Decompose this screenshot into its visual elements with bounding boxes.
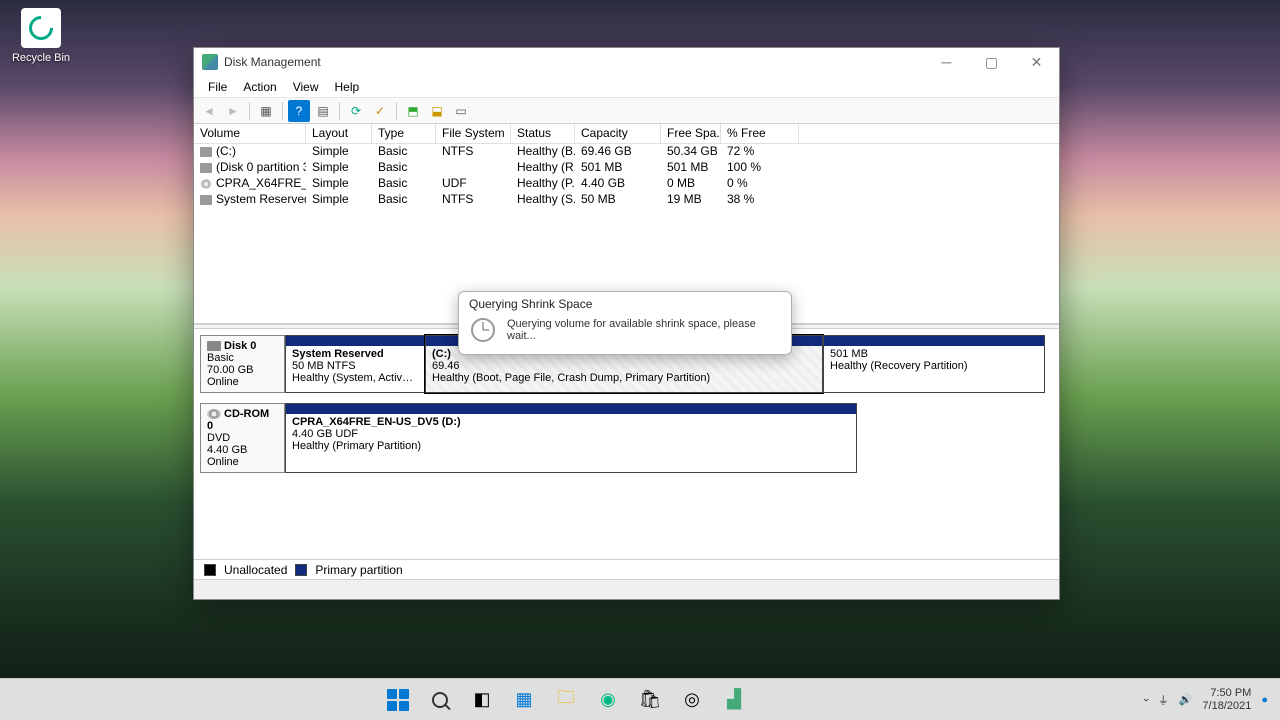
chrome-button[interactable]: ◎ — [674, 682, 710, 718]
widgets-button[interactable]: ▦ — [506, 682, 542, 718]
menubar: File Action View Help — [194, 76, 1059, 98]
recycle-bin-label: Recycle Bin — [6, 52, 76, 64]
partition[interactable]: CPRA_X64FRE_EN-US_DV5 (D:)4.40 GB UDFHea… — [285, 403, 857, 473]
partition[interactable]: System Reserved50 MB NTFSHealthy (System… — [285, 335, 425, 393]
app-icon — [202, 54, 218, 70]
dialog-message: Querying volume for available shrink spa… — [507, 318, 779, 342]
disk-graphical-view: Disk 0Basic70.00 GBOnlineSystem Reserved… — [194, 329, 1059, 559]
disk-management-taskbar-button[interactable]: ▟ — [716, 682, 752, 718]
col-type[interactable]: Type — [372, 124, 436, 143]
table-row[interactable]: CPRA_X64FRE_EN-...SimpleBasicUDFHealthy … — [194, 176, 1059, 192]
notifications-icon[interactable]: ● — [1261, 694, 1268, 706]
taskbar-search-button[interactable] — [422, 682, 458, 718]
properties-icon[interactable]: ▭ — [450, 100, 472, 122]
querying-shrink-space-dialog: Querying Shrink Space Querying volume fo… — [458, 291, 792, 355]
show-hide-console-tree-icon[interactable]: ▦ — [255, 100, 277, 122]
taskbar-clock[interactable]: 7:50 PM 7/18/2021 — [1202, 687, 1251, 711]
forward-button: ► — [222, 100, 244, 122]
menu-file[interactable]: File — [200, 77, 235, 97]
tray-overflow-icon[interactable]: › — [1140, 698, 1152, 702]
help-icon[interactable]: ? — [288, 100, 310, 122]
col-free[interactable]: Free Spa... — [661, 124, 721, 143]
disk-row: CD-ROM 0DVD4.40 GBOnlineCPRA_X64FRE_EN-U… — [200, 403, 1053, 473]
col-pctfree[interactable]: % Free — [721, 124, 799, 143]
start-button[interactable] — [380, 682, 416, 718]
disk-label[interactable]: CD-ROM 0DVD4.40 GBOnline — [200, 403, 285, 473]
col-filesystem[interactable]: File System — [436, 124, 511, 143]
refresh-icon[interactable]: ⟳ — [345, 100, 367, 122]
close-button[interactable]: ✕ — [1014, 48, 1059, 76]
menu-help[interactable]: Help — [327, 77, 368, 97]
view-icon[interactable]: ▤ — [312, 100, 334, 122]
titlebar[interactable]: Disk Management ─ ▢ ✕ — [194, 48, 1059, 76]
toolbar: ◄ ► ▦ ? ▤ ⟳ ✓ ⬒ ⬓ ▭ — [194, 98, 1059, 124]
disk-label[interactable]: Disk 0Basic70.00 GBOnline — [200, 335, 285, 393]
system-tray[interactable]: › ⏚ 🔊 7:50 PM 7/18/2021 ● — [1132, 687, 1280, 711]
minimize-button[interactable]: ─ — [924, 48, 969, 76]
edge-button[interactable]: ◉ — [590, 682, 626, 718]
legend-primary-swatch — [295, 564, 307, 576]
table-row[interactable]: (C:)SimpleBasicNTFSHealthy (B...69.46 GB… — [194, 144, 1059, 160]
col-layout[interactable]: Layout — [306, 124, 372, 143]
menu-action[interactable]: Action — [235, 77, 284, 97]
detach-vhd-icon[interactable]: ⬓ — [426, 100, 448, 122]
clock-icon — [471, 318, 495, 342]
task-view-button[interactable]: ◧ — [464, 682, 500, 718]
col-status[interactable]: Status — [511, 124, 575, 143]
dialog-title: Querying Shrink Space — [459, 292, 791, 316]
file-explorer-button[interactable]: 🗀 — [548, 682, 584, 718]
taskbar-time: 7:50 PM — [1202, 687, 1251, 699]
legend: Unallocated Primary partition — [194, 559, 1059, 579]
legend-primary-label: Primary partition — [315, 563, 402, 577]
attach-vhd-icon[interactable]: ⬒ — [402, 100, 424, 122]
store-button[interactable]: 🛍 — [632, 682, 668, 718]
table-row[interactable]: System ReservedSimpleBasicNTFSHealthy (S… — [194, 192, 1059, 208]
recycle-bin-icon[interactable]: Recycle Bin — [6, 8, 76, 64]
table-row[interactable]: (Disk 0 partition 3)SimpleBasicHealthy (… — [194, 160, 1059, 176]
taskbar: ◧ ▦ 🗀 ◉ 🛍 ◎ ▟ › ⏚ 🔊 7:50 PM 7/18/2021 ● — [0, 678, 1280, 720]
legend-unallocated-swatch — [204, 564, 216, 576]
taskbar-date: 7/18/2021 — [1202, 700, 1251, 712]
col-capacity[interactable]: Capacity — [575, 124, 661, 143]
partition[interactable]: 501 MBHealthy (Recovery Partition) — [823, 335, 1045, 393]
col-volume[interactable]: Volume — [194, 124, 306, 143]
window-title: Disk Management — [224, 55, 924, 69]
menu-view[interactable]: View — [285, 77, 327, 97]
rescan-icon[interactable]: ✓ — [369, 100, 391, 122]
volume-icon[interactable]: 🔊 — [1179, 693, 1193, 706]
statusbar — [194, 579, 1059, 599]
legend-unallocated-label: Unallocated — [224, 563, 287, 577]
maximize-button[interactable]: ▢ — [969, 48, 1014, 76]
back-button: ◄ — [198, 100, 220, 122]
network-icon[interactable]: ⏚ — [1158, 692, 1169, 708]
